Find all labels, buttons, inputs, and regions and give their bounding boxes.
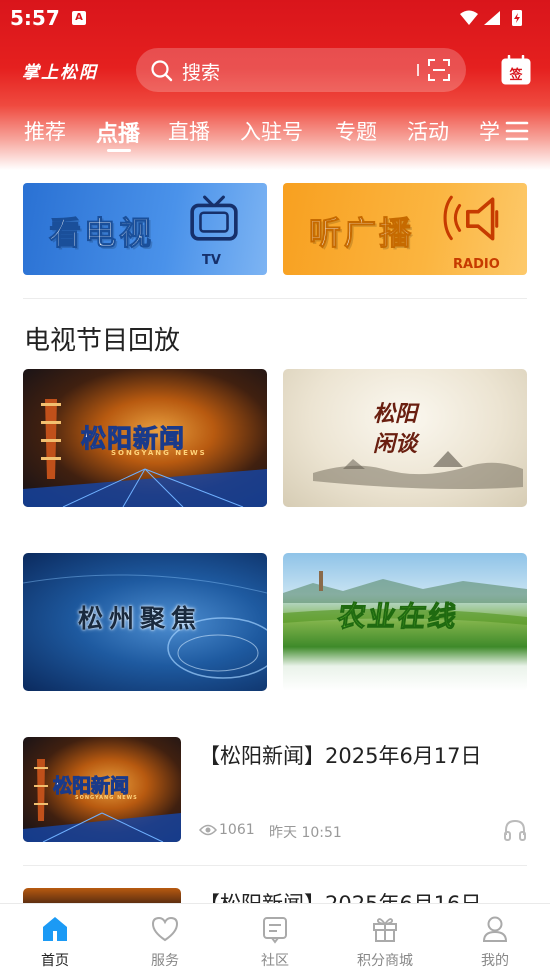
watch-tv-banner[interactable]: 看电视 TV: [23, 183, 267, 275]
divider: [23, 865, 527, 866]
tab-recommend[interactable]: 推荐: [24, 116, 66, 146]
nav-services-label: 服务: [151, 953, 179, 969]
app-logo: 掌上松阳: [22, 63, 98, 83]
active-tab-indicator: [107, 149, 131, 152]
wifi-icon: [460, 10, 478, 25]
view-count: 1061: [219, 822, 255, 838]
program-card-songyang-chat[interactable]: 松阳闲谈: [283, 369, 527, 507]
gift-icon: [373, 918, 397, 942]
sign-label: 签: [509, 68, 523, 83]
listen-radio-label: 听广播: [308, 214, 415, 253]
nav-community[interactable]: 社区: [220, 904, 330, 979]
tab-topics[interactable]: 专题: [335, 116, 377, 146]
tab-study[interactable]: 学: [479, 116, 500, 146]
status-time: 5:57: [10, 6, 60, 30]
chat-icon: [263, 917, 287, 944]
home-icon: [43, 917, 67, 941]
publish-time: 昨天 10:51: [269, 825, 342, 841]
status-bar: 5:57 A: [0, 0, 550, 36]
nav-points-mall-label: 积分商城: [357, 953, 413, 969]
news-title[interactable]: 【松阳新闻】2025年6月17日: [199, 740, 529, 770]
tab-events[interactable]: 活动: [407, 116, 449, 146]
search-divider: [417, 64, 419, 76]
nav-services[interactable]: 服务: [110, 904, 220, 979]
thumb-title: 松阳新闻: [52, 775, 130, 798]
program-title: 农业在线: [335, 600, 461, 634]
program-title: 松阳闲谈: [373, 401, 418, 457]
nav-profile[interactable]: 我的: [440, 904, 550, 979]
watch-tv-label: 看电视: [48, 214, 155, 253]
program-card-agriculture-online[interactable]: 农业在线: [283, 553, 527, 691]
profile-icon: [482, 916, 508, 942]
nav-profile-label: 我的: [481, 953, 509, 969]
notification-icon: A: [72, 11, 86, 25]
section-title: 电视节目回放: [24, 326, 181, 356]
divider: [23, 298, 527, 299]
search-bar[interactable]: 搜索: [136, 48, 466, 92]
program-card-songyang-news[interactable]: 松阳新闻 SONGYANG NEWS: [23, 369, 267, 507]
tv-icon: [190, 195, 238, 241]
radio-sub-label: RADIO: [453, 257, 500, 272]
nav-home-label: 首页: [41, 953, 69, 969]
tv-sub-label: TV: [202, 253, 221, 268]
status-icons: [460, 10, 522, 26]
headphone-icon[interactable]: [503, 819, 527, 841]
category-tabs: 推荐 点播 直播 入驻号 专题 活动 学: [0, 112, 505, 152]
search-placeholder: 搜索: [182, 62, 221, 84]
tab-accounts[interactable]: 入驻号: [240, 116, 303, 146]
bottom-navigation: 首页 服务 社区 积分商城 我的: [0, 903, 550, 979]
sign-in-button[interactable]: 签: [501, 55, 531, 85]
speaker-icon: [443, 195, 499, 241]
tab-on-demand[interactable]: 点播: [96, 116, 140, 148]
program-card-songzhou-focus[interactable]: 松州聚焦: [23, 553, 267, 691]
scan-icon[interactable]: [428, 59, 450, 81]
menu-icon[interactable]: [505, 120, 529, 142]
heart-icon: [151, 916, 179, 942]
nav-community-label: 社区: [261, 953, 289, 969]
news-thumbnail[interactable]: 松阳新闻 SONGYANG NEWS: [23, 737, 181, 842]
nav-home[interactable]: 首页: [0, 904, 110, 979]
tab-live[interactable]: 直播: [168, 116, 210, 146]
eye-icon: [199, 824, 217, 836]
nav-points-mall[interactable]: 积分商城: [330, 904, 440, 979]
thumb-subtitle: SONGYANG NEWS: [75, 795, 138, 801]
listen-radio-banner[interactable]: 听广播 RADIO: [283, 183, 527, 275]
signal-icon: [484, 11, 500, 25]
program-subtitle: SONGYANG NEWS: [111, 449, 207, 457]
search-icon: [151, 60, 173, 82]
program-title: 松州聚焦: [78, 604, 203, 633]
